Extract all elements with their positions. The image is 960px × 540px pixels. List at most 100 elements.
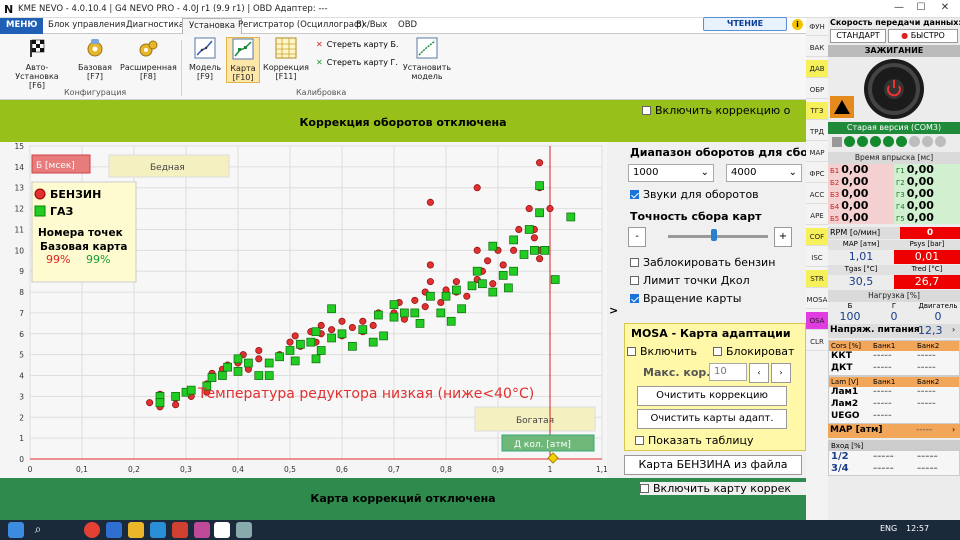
- folder-icon[interactable]: [128, 522, 144, 538]
- voltage-row[interactable]: Напряж. питания 12,3 ›: [828, 324, 960, 338]
- side-tab-0[interactable]: ФУН: [806, 18, 828, 36]
- max-correction-right-button[interactable]: ›: [771, 363, 791, 383]
- side-tab-8[interactable]: АСС: [806, 186, 828, 204]
- side-tab-10[interactable]: COF: [806, 228, 828, 246]
- injection-row: Г5 0,00: [894, 212, 960, 224]
- led-icon: [857, 136, 868, 147]
- gas-point: [488, 287, 498, 297]
- set-model-button[interactable]: Установить модель: [402, 37, 452, 81]
- show-table-checkbox[interactable]: Показать таблицу: [635, 434, 753, 447]
- side-tab-14[interactable]: OSA: [806, 312, 828, 330]
- auto-setup-button[interactable]: Авто-Установка [F6]: [4, 37, 70, 90]
- limit-point-checkbox[interactable]: Лимит точки Дкол: [630, 274, 750, 287]
- rpm-sounds-checkbox[interactable]: Звуки для оборотов: [630, 188, 759, 201]
- rich-zone-label: Богатая: [516, 416, 554, 426]
- standard-speed-button[interactable]: СТАНДАРТ: [830, 29, 886, 43]
- checkbox-checked-icon: [630, 294, 639, 303]
- search-icon[interactable]: ⌕: [30, 522, 46, 538]
- info-icon[interactable]: i: [792, 19, 803, 30]
- side-tab-7[interactable]: ФРС: [806, 165, 828, 183]
- maximize-button[interactable]: ☐: [908, 2, 934, 16]
- app-icon-6[interactable]: [194, 522, 210, 538]
- checkbox-icon: [630, 258, 639, 267]
- extended-setup-button[interactable]: Расширенная [F8]: [120, 37, 177, 81]
- petrol-point: [291, 332, 299, 340]
- app-icon-4[interactable]: [150, 522, 166, 538]
- accuracy-minus-button[interactable]: -: [628, 227, 646, 247]
- gas-point: [207, 373, 217, 382]
- taskbar: ⌕ ENG 12:57: [0, 520, 960, 540]
- app-icon-5[interactable]: [172, 522, 188, 538]
- side-tab-11[interactable]: ISC: [806, 249, 828, 267]
- checkbox-icon: [627, 347, 636, 356]
- accuracy-slider-thumb[interactable]: [711, 229, 717, 241]
- accuracy-plus-button[interactable]: +: [774, 227, 792, 247]
- file-menu-button[interactable]: МЕНЮ: [0, 18, 44, 34]
- clear-correction-button[interactable]: Очистить коррекцию: [637, 386, 787, 406]
- y-tick-label: 8: [19, 288, 24, 297]
- windows-start-icon[interactable]: [8, 522, 24, 538]
- side-tab-15[interactable]: CLR: [806, 333, 828, 351]
- correction-button[interactable]: Коррекция [F11]: [262, 37, 310, 81]
- erase-gas-map-button[interactable]: ✕ Стереть карту Г.: [316, 58, 398, 67]
- mosa-enable-checkbox[interactable]: Включить: [627, 345, 697, 358]
- gas-point: [327, 333, 336, 343]
- map-button[interactable]: Карта [F10]: [226, 37, 260, 83]
- led-icon: [896, 136, 907, 147]
- clear-adapt-maps-button[interactable]: Очистить карты адапт.: [637, 409, 787, 429]
- app-icon-2[interactable]: [106, 522, 122, 538]
- rpm-from-select[interactable]: 1000 ⌄: [628, 164, 714, 182]
- tab-obd[interactable]: OBD: [392, 18, 423, 34]
- y-tick-label: 10: [14, 246, 24, 255]
- mosa-block-checkbox[interactable]: Блокироват: [713, 345, 805, 358]
- model-button[interactable]: Модель [F9]: [186, 37, 224, 81]
- gas-point: [379, 331, 388, 341]
- side-tab-5[interactable]: ТРД: [806, 123, 828, 141]
- rotate-map-checkbox[interactable]: Вращение карты: [630, 292, 741, 305]
- max-correction-left-button[interactable]: ‹: [749, 363, 769, 383]
- gas-point: [311, 327, 321, 337]
- basic-setup-button[interactable]: Базовая [F7]: [72, 37, 118, 81]
- gas-point: [566, 212, 576, 222]
- language-indicator[interactable]: ENG: [880, 524, 897, 533]
- rpm-to-select[interactable]: 4000 ⌄: [726, 164, 802, 182]
- petrol-map-from-file-button[interactable]: Карта БЕНЗИНА из файла: [624, 455, 802, 475]
- app-icon-8[interactable]: [236, 522, 252, 538]
- tab-io[interactable]: Вх/Вых: [350, 18, 393, 34]
- side-tab-9[interactable]: АРЕ: [806, 207, 828, 225]
- side-tab-1[interactable]: ВАК: [806, 39, 828, 57]
- led-icon: [832, 137, 842, 147]
- side-tab-6[interactable]: МАР: [806, 144, 828, 162]
- max-correction-input[interactable]: 10: [709, 363, 747, 381]
- chrome-icon[interactable]: [84, 522, 100, 538]
- map2-row[interactable]: МАР [атм] ----- ›: [828, 424, 960, 438]
- injection-value: 0,00: [841, 211, 869, 224]
- y-tick-label: 2: [19, 413, 24, 422]
- petrol-point: [426, 198, 434, 206]
- side-tab-2[interactable]: ДАВ: [806, 60, 828, 78]
- lock-petrol-checkbox[interactable]: Заблокировать бензин: [630, 256, 775, 269]
- close-button[interactable]: ✕: [932, 2, 958, 16]
- side-tab-13[interactable]: MOSA: [806, 291, 828, 309]
- tgas-value: 30,5: [848, 275, 874, 288]
- reducer-temperature-warning: Температура редуктора низкая (ниже<40°С): [197, 386, 534, 402]
- erase-petrol-map-button[interactable]: ✕ Стереть карту Б.: [316, 40, 399, 49]
- rpm-range-title: Диапазон оборотов для сбо: [630, 146, 806, 159]
- tab-control-unit[interactable]: Блок управления: [42, 18, 131, 34]
- speed-title: Скорость передачи данных:: [830, 18, 960, 27]
- correction-map-checkbox[interactable]: Включить карту коррек: [640, 482, 806, 495]
- load-gas-value: 0: [890, 310, 898, 323]
- injection-row: Б5 0,00: [828, 212, 894, 224]
- gas-point: [509, 235, 518, 245]
- side-tab-4[interactable]: ТГЗ: [806, 102, 828, 120]
- cylinder-label: Б3: [830, 191, 840, 199]
- panel-expand-arrow[interactable]: >: [609, 304, 618, 317]
- side-tab-12[interactable]: STR: [806, 270, 828, 288]
- gas-point: [535, 208, 544, 218]
- fast-speed-button[interactable]: ● БЫСТРО: [888, 29, 958, 43]
- side-tab-3[interactable]: ОБР: [806, 81, 828, 99]
- mode-read-chip[interactable]: ЧТЕНИЕ: [703, 17, 787, 31]
- rpm-correction-checkbox[interactable]: Включить коррекцию о: [642, 104, 806, 117]
- tab-diagnostics[interactable]: Диагностика: [120, 18, 190, 34]
- kme-nevo-icon[interactable]: [214, 522, 230, 538]
